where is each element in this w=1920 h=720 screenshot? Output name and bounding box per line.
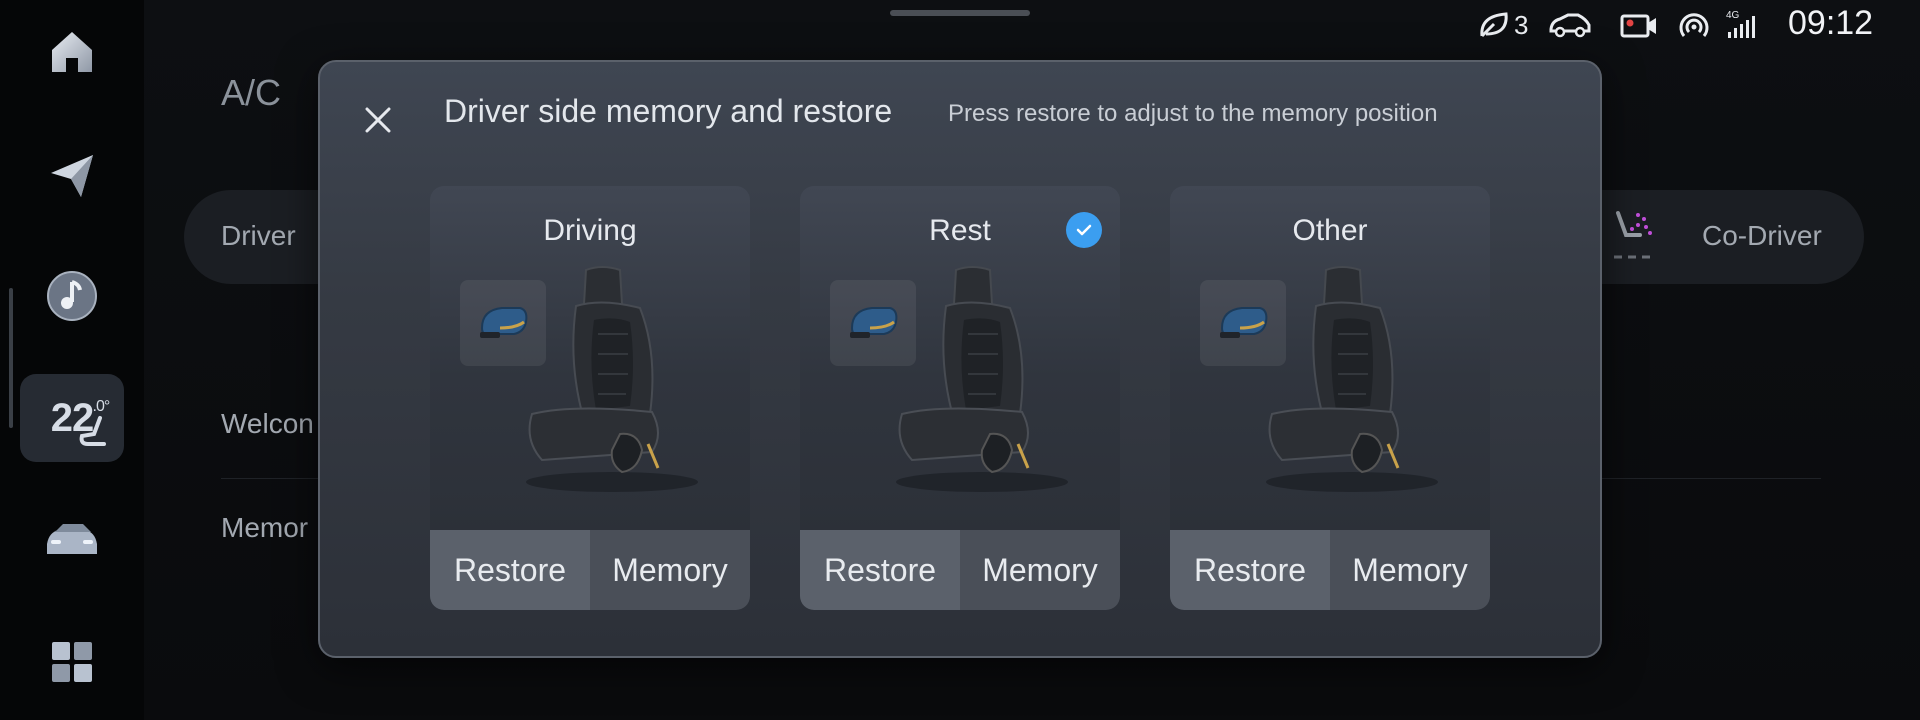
welcome-setting-label: Welcon bbox=[221, 408, 314, 439]
restore-button[interactable]: Restore bbox=[800, 530, 960, 610]
sidebar-scroll-indicator bbox=[9, 288, 13, 428]
home-icon bbox=[52, 32, 92, 72]
card-actions: Restore Memory bbox=[1170, 530, 1490, 610]
vehicle-status-indicator bbox=[1548, 8, 1592, 42]
close-button[interactable] bbox=[350, 92, 406, 148]
seat-image bbox=[1266, 266, 1438, 492]
card-actions: Restore Memory bbox=[800, 530, 1120, 610]
card-title: Driving bbox=[543, 214, 637, 247]
memory-card-rest[interactable]: Rest Restore Memory bbox=[800, 186, 1120, 610]
close-icon bbox=[365, 107, 391, 133]
status-clock: 09:12 bbox=[1788, 4, 1874, 42]
sidebar-item-apps[interactable] bbox=[20, 618, 124, 706]
network-type-label: 4G bbox=[1726, 10, 1740, 21]
sidebar-item-vehicle[interactable] bbox=[20, 496, 124, 584]
hotspot-icon bbox=[1679, 13, 1709, 37]
dashcam-indicator bbox=[1620, 8, 1658, 42]
ac-page-title: A/C bbox=[221, 72, 282, 113]
codriver-seat-icon bbox=[1614, 211, 1652, 259]
selected-check-badge bbox=[1066, 212, 1102, 248]
memory-restore-dialog: Driver side memory and restore Press res… bbox=[318, 60, 1602, 658]
car-outline-icon bbox=[1549, 13, 1591, 38]
eco-leaf-indicator[interactable]: 3 bbox=[1478, 8, 1528, 42]
sidebar-item-music[interactable] bbox=[20, 252, 124, 340]
driver-tab[interactable]: Driver bbox=[221, 220, 296, 252]
sidebar-item-navigation[interactable] bbox=[20, 132, 124, 220]
leaf-icon bbox=[1480, 12, 1508, 38]
seat-image bbox=[526, 266, 698, 492]
seat-image bbox=[896, 266, 1068, 492]
car-icon bbox=[47, 524, 97, 554]
navigation-icon bbox=[51, 155, 93, 197]
memory-button[interactable]: Memory bbox=[590, 530, 750, 610]
memory-button[interactable]: Memory bbox=[960, 530, 1120, 610]
hotspot-indicator bbox=[1678, 8, 1710, 42]
memory-button[interactable]: Memory bbox=[1330, 530, 1490, 610]
music-icon bbox=[47, 271, 97, 321]
sidebar-item-home[interactable] bbox=[20, 8, 124, 96]
dialog-subtitle: Press restore to adjust to the memory po… bbox=[948, 100, 1438, 127]
apps-grid-icon bbox=[52, 642, 92, 682]
dashcam-recording-icon bbox=[1620, 14, 1656, 38]
card-title: Other bbox=[1292, 214, 1368, 247]
seat-heat-icon bbox=[79, 416, 106, 446]
restore-button[interactable]: Restore bbox=[1170, 530, 1330, 610]
cellular-indicator: 4G bbox=[1726, 8, 1756, 42]
memory-card-other[interactable]: Other Restore Memory bbox=[1170, 186, 1490, 610]
restore-button[interactable]: Restore bbox=[430, 530, 590, 610]
notification-count: 3 bbox=[1514, 9, 1529, 40]
left-sidebar: 22.0° bbox=[0, 0, 144, 720]
card-actions: Restore Memory bbox=[430, 530, 750, 610]
memory-card-driving[interactable]: Driving Restore Memory bbox=[430, 186, 750, 610]
memory-setting-label: Memor bbox=[221, 512, 309, 543]
sidebar-item-climate[interactable]: 22.0° bbox=[20, 374, 124, 462]
notification-pull-handle[interactable] bbox=[890, 10, 1030, 16]
codriver-tab[interactable]: Co-Driver bbox=[1702, 220, 1822, 252]
dialog-title: Driver side memory and restore bbox=[444, 93, 893, 129]
checkmark-icon bbox=[1076, 224, 1092, 236]
